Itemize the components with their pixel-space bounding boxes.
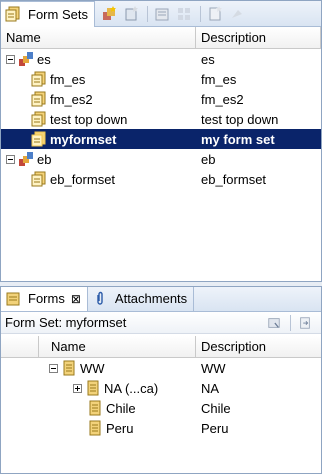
filter-icon — [268, 317, 280, 328]
row-description: test top down — [201, 111, 279, 127]
tree-row-test-top-down[interactable]: test top down test top down — [1, 109, 321, 129]
tree-row-fm-es2[interactable]: fm_es2 fm_es2 — [1, 89, 321, 109]
collapse-toggle[interactable] — [6, 54, 15, 64]
forms-column-header: Name Description — [1, 336, 321, 358]
export-button[interactable] — [295, 313, 315, 333]
tree-row-ww[interactable]: WW WW — [1, 358, 321, 378]
grid-button[interactable] — [174, 4, 194, 24]
new-group-icon — [102, 5, 116, 20]
forms-tree: WW WW NA (...ca) NA Chile Chile Peru Per… — [1, 358, 321, 438]
row-name: Peru — [106, 420, 134, 436]
group-icon — [18, 51, 34, 67]
tab-attachments-label: Attachments — [114, 291, 188, 306]
form-sets-tabbar: Form Sets — [1, 0, 321, 27]
row-name: NA (...ca) — [104, 380, 159, 396]
row-description: eb — [201, 151, 216, 167]
new-group-button[interactable] — [99, 4, 119, 24]
column-description[interactable]: Description — [196, 336, 321, 357]
toolbar-separator — [146, 5, 148, 22]
tree-row-eb[interactable]: eb eb — [1, 149, 321, 169]
forms-tabbar: Forms ⊠ Attachments — [1, 287, 321, 312]
row-description: NA — [201, 380, 220, 396]
tree-row-peru[interactable]: Peru Peru — [1, 418, 321, 438]
grid-icon — [177, 7, 190, 20]
row-description: Chile — [201, 400, 231, 416]
forms-view: Forms ⊠ Attachments Form Set: myformset … — [0, 286, 322, 474]
row-description: eb_formset — [201, 171, 267, 187]
properties-button[interactable] — [152, 4, 172, 24]
filter-button[interactable] — [264, 313, 284, 333]
column-spacer — [1, 336, 39, 357]
row-name: fm_es — [50, 71, 86, 87]
form-sets-view: Form Sets Name Description es es fm_es f… — [0, 0, 322, 282]
row-name: myformset — [50, 131, 117, 147]
tree-row-fm-es[interactable]: fm_es fm_es — [1, 69, 321, 89]
more-button[interactable] — [227, 4, 247, 24]
column-name[interactable]: Name — [39, 336, 196, 357]
export-icon — [300, 316, 310, 329]
row-description: my form set — [201, 131, 275, 147]
tab-form-sets[interactable]: Form Sets — [1, 0, 95, 27]
tree-row-myformset[interactable]: myformset my form set — [1, 129, 321, 149]
properties-icon — [155, 8, 169, 20]
row-name: test top down — [50, 111, 128, 127]
form-icon — [87, 400, 103, 416]
form-icon — [87, 420, 103, 436]
formset-icon — [31, 131, 47, 147]
form-icon — [61, 360, 77, 376]
tab-forms-label: Forms — [28, 291, 65, 306]
tree-row-chile[interactable]: Chile Chile — [1, 398, 321, 418]
tree-row-na[interactable]: NA (...ca) NA — [1, 378, 321, 398]
toolbar-separator — [290, 314, 291, 331]
row-description: Peru — [201, 420, 229, 436]
column-name[interactable]: Name — [1, 27, 196, 49]
tree-row-eb-formset[interactable]: eb_formset eb_formset — [1, 169, 321, 189]
row-description: fm_es2 — [201, 91, 244, 107]
row-description: WW — [201, 360, 226, 376]
form-sets-toolbar — [99, 4, 249, 24]
row-name: Chile — [106, 400, 136, 416]
formset-label: Form Set: myformset — [5, 315, 127, 330]
new-formset-button[interactable] — [121, 4, 141, 24]
row-name: eb — [37, 151, 52, 167]
new-file-button[interactable] — [205, 4, 225, 24]
formset-icon — [5, 6, 21, 22]
form-sets-column-header: Name Description — [1, 27, 321, 49]
formset-icon — [31, 91, 47, 107]
formset-icon — [31, 71, 47, 87]
paperclip-icon — [92, 291, 108, 307]
new-file-icon — [209, 5, 222, 20]
forms-icon — [5, 291, 21, 307]
formset-icon — [31, 171, 47, 187]
row-name: eb_formset — [50, 171, 116, 187]
formset-icon — [31, 111, 47, 127]
toolbar-separator — [199, 5, 201, 22]
tab-forms[interactable]: Forms ⊠ — [1, 287, 88, 311]
formset-bar: Form Set: myformset — [1, 312, 321, 334]
more-icon — [231, 9, 242, 18]
column-description[interactable]: Description — [196, 27, 321, 49]
row-description: fm_es — [201, 71, 237, 87]
form-icon — [85, 380, 101, 396]
close-icon[interactable]: ⊠ — [71, 292, 81, 306]
tree-row-es[interactable]: es es — [1, 49, 321, 69]
row-name: es — [37, 51, 51, 67]
row-description: es — [201, 51, 215, 67]
tab-attachments[interactable]: Attachments — [88, 287, 195, 311]
row-name: fm_es2 — [50, 91, 93, 107]
collapse-toggle[interactable] — [49, 363, 58, 373]
form-sets-tree: es es fm_es fm_es fm_es2 fm_es2 test top… — [1, 49, 321, 189]
group-icon — [18, 151, 34, 167]
collapse-toggle[interactable] — [6, 154, 15, 164]
tab-form-sets-label: Form Sets — [28, 6, 88, 22]
new-formset-icon — [125, 5, 138, 20]
row-name: WW — [80, 360, 105, 376]
expand-toggle[interactable] — [73, 383, 82, 393]
